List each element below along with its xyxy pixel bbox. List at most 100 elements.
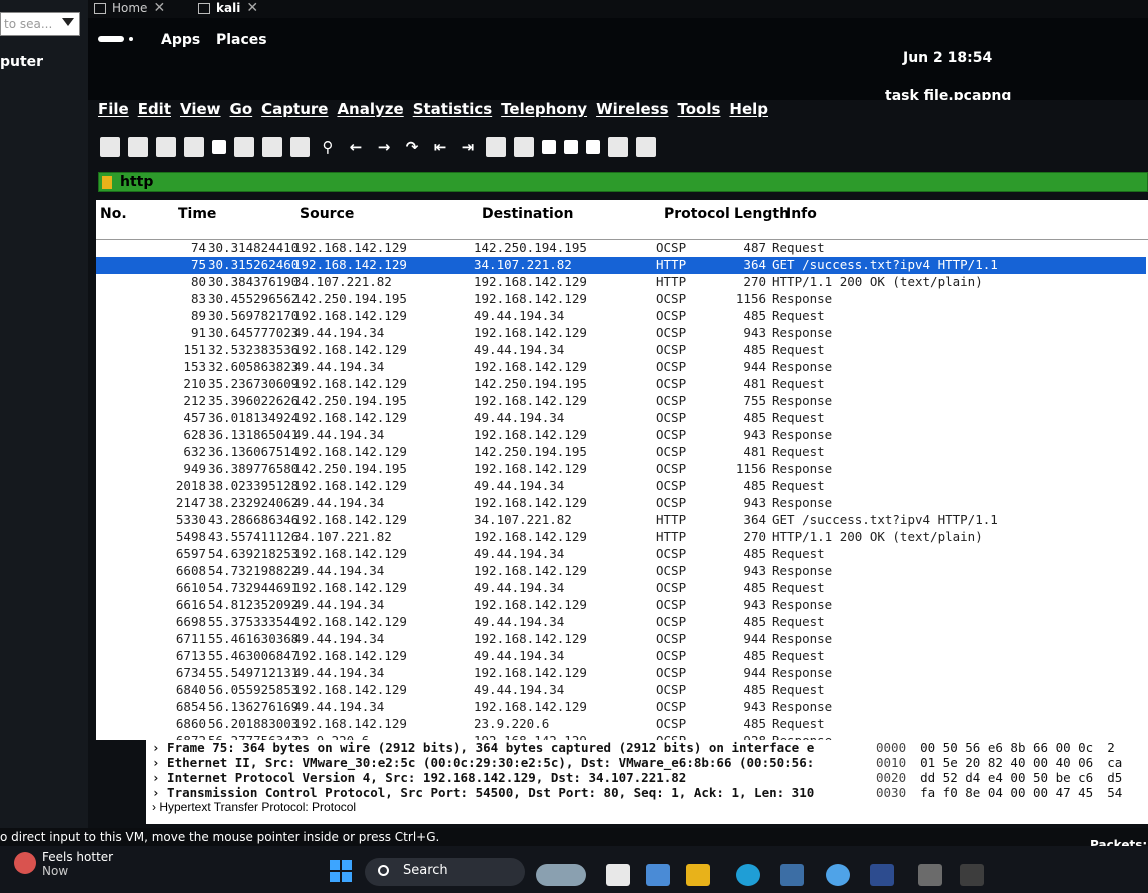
restart-capture-icon[interactable] (156, 137, 176, 157)
table-row[interactable]: 628 36.131865041 49.44.194.34 192.168.142.1… (146, 427, 1146, 444)
table-row[interactable]: 153 32.605863823 49.44.194.34 192.168.142.1… (146, 359, 1146, 376)
table-row[interactable]: 6713 55.463006847 192.168.142.129 49.44.194… (146, 648, 1146, 665)
tab-kali[interactable]: kali ✕ (198, 0, 258, 16)
tab-home[interactable]: Home ✕ (94, 0, 165, 16)
go-to-packet-icon[interactable]: ↷ (402, 137, 422, 157)
table-row[interactable]: 83 30.455296562 142.250.194.195 192.168.142… (146, 291, 1146, 308)
bytes-row[interactable]: 0000 00 50 56 e6 8b 66 00 0c 2 (866, 740, 1148, 755)
column-destination[interactable]: Destination (482, 206, 573, 222)
packet-list[interactable]: No. Time Source Destination Protocol Len… (96, 200, 1148, 740)
workspace-dot-icon[interactable] (129, 37, 133, 41)
resize-columns-2-icon[interactable] (636, 137, 656, 157)
packet-bytes[interactable]: 0000 00 50 56 e6 8b 66 00 0c 2 0010 01 5e 20… (866, 740, 1148, 824)
places-menu[interactable]: Places (216, 32, 267, 48)
go-forward-icon[interactable]: → (374, 137, 394, 157)
detail-ipv4[interactable]: › Internet Protocol Version 4, Src: 192.… (146, 770, 866, 785)
bytes-row[interactable]: 0010 01 5e 20 82 40 00 40 06 ca (866, 755, 1148, 770)
go-first-icon[interactable]: ⇤ (430, 137, 450, 157)
table-row[interactable]: 6608 54.732198822 49.44.194.34 192.168.142.… (146, 563, 1146, 580)
weather-text[interactable]: Feels hotter (42, 850, 113, 864)
column-protocol[interactable]: Protocol (664, 206, 730, 222)
detail-http[interactable]: › Hypertext Transfer Protocol: Protocol (146, 800, 866, 815)
task-view-icon[interactable] (606, 864, 630, 886)
column-source[interactable]: Source (300, 206, 354, 222)
app3-icon[interactable] (960, 864, 984, 886)
menu-analyze[interactable]: Analyze (337, 100, 403, 124)
app-icon[interactable] (646, 864, 670, 886)
table-row[interactable]: 2147 38.232924062 49.44.194.34 192.168.142.… (146, 495, 1146, 512)
packet-rows[interactable]: 74 30.314824410 192.168.142.129 142.250.194… (146, 240, 1146, 740)
table-row[interactable]: 5330 43.286686346 192.168.142.129 34.107.22… (146, 512, 1146, 529)
go-last-icon[interactable]: ⇥ (458, 137, 478, 157)
table-row[interactable]: 457 36.018134924 192.168.142.129 49.44.194.… (146, 410, 1146, 427)
menu-capture[interactable]: Capture (261, 100, 328, 124)
menu-file[interactable]: File (98, 100, 129, 124)
table-row[interactable]: 6610 54.732944691 192.168.142.129 49.44.194… (146, 580, 1146, 597)
table-row[interactable]: 75 30.315262460 192.168.142.129 34.107.221.… (146, 257, 1146, 274)
menu-wireless[interactable]: Wireless (596, 100, 668, 124)
table-row[interactable]: 151 32.532383536 192.168.142.129 49.44.194.… (146, 342, 1146, 359)
table-row[interactable]: 6860 56.201883003 192.168.142.129 23.9.220.… (146, 716, 1146, 733)
table-row[interactable]: 89 30.569782170 192.168.142.129 49.44.194.3… (146, 308, 1146, 325)
close-file-icon[interactable] (262, 137, 282, 157)
store-icon[interactable] (780, 864, 804, 886)
dropbox-icon[interactable] (870, 864, 894, 886)
host-sidebar-item[interactable]: puter (0, 54, 43, 70)
weather-icon[interactable] (14, 852, 36, 874)
menu-statistics[interactable]: Statistics (413, 100, 492, 124)
table-row[interactable]: 6711 55.461630368 49.44.194.34 192.168.142.… (146, 631, 1146, 648)
menu-tools[interactable]: Tools (678, 100, 721, 124)
widgets-icon[interactable] (536, 864, 586, 886)
table-row[interactable]: 91 30.645777023 49.44.194.34 192.168.142.12… (146, 325, 1146, 342)
workspace-indicator-icon[interactable] (98, 36, 124, 42)
menu-go[interactable]: Go (230, 100, 253, 124)
start-capture-icon[interactable] (100, 137, 120, 157)
close-icon[interactable]: ✕ (153, 0, 165, 16)
autoscroll-icon[interactable] (486, 137, 506, 157)
close-icon[interactable]: ✕ (246, 0, 258, 16)
bookmark-icon[interactable] (102, 176, 112, 189)
edge-icon[interactable] (736, 864, 760, 886)
table-row[interactable]: 80 30.384376190 34.107.221.82 192.168.142.1… (146, 274, 1146, 291)
table-row[interactable]: 2018 38.023395128 192.168.142.129 49.44.194… (146, 478, 1146, 495)
table-row[interactable]: 632 36.136067514 192.168.142.129 142.250.19… (146, 444, 1146, 461)
table-row[interactable]: 74 30.314824410 192.168.142.129 142.250.194… (146, 240, 1146, 257)
browser-icon[interactable] (826, 864, 850, 886)
table-row[interactable]: 6597 54.639218253 192.168.142.129 49.44.194… (146, 546, 1146, 563)
resize-columns-icon[interactable] (608, 137, 628, 157)
table-row[interactable]: 687256.27775634323.9.220.6 192.168.142.12… (146, 733, 1146, 740)
reload-file-icon[interactable] (290, 137, 310, 157)
app2-icon[interactable] (918, 864, 942, 886)
detail-frame[interactable]: › Frame 75: 364 bytes on wire (2912 bits… (146, 740, 866, 755)
detail-tcp[interactable]: › Transmission Control Protocol, Src Por… (146, 785, 866, 800)
colorize-icon[interactable] (514, 137, 534, 157)
table-row[interactable]: 210 35.236730609 192.168.142.129 142.250.19… (146, 376, 1146, 393)
display-filter-bar[interactable]: http (98, 172, 1148, 192)
table-row[interactable]: 6854 56.136276169 49.44.194.34 192.168.142.… (146, 699, 1146, 716)
column-no[interactable]: No. (100, 206, 127, 222)
file-explorer-icon[interactable] (686, 864, 710, 886)
display-filter-input[interactable]: http (120, 174, 153, 190)
apps-menu[interactable]: Apps (161, 32, 200, 48)
zoom-in-icon[interactable] (542, 140, 556, 154)
table-row[interactable]: 6734 55.549712131 49.44.194.34 192.168.142.… (146, 665, 1146, 682)
bytes-row[interactable]: 0030 fa f0 8e 04 00 00 47 45 54 (866, 785, 1148, 800)
taskbar-search[interactable]: Search (365, 858, 525, 886)
clock[interactable]: Jun 2 18:54 (903, 50, 992, 66)
menu-telephony[interactable]: Telephony (501, 100, 587, 124)
start-button[interactable] (330, 860, 352, 882)
table-row[interactable]: 5498 43.557411126 34.107.221.82 192.168.142… (146, 529, 1146, 546)
table-row[interactable]: 6840 56.055925853 192.168.142.129 49.44.194… (146, 682, 1146, 699)
packet-details[interactable]: › Frame 75: 364 bytes on wire (2912 bits… (146, 740, 866, 824)
save-file-icon[interactable] (234, 137, 254, 157)
stop-capture-icon[interactable] (128, 137, 148, 157)
menu-help[interactable]: Help (729, 100, 768, 124)
table-row[interactable]: 6616 54.812352092 49.44.194.34 192.168.142.… (146, 597, 1146, 614)
open-file-icon[interactable] (212, 140, 226, 154)
normal-size-icon[interactable] (586, 140, 600, 154)
bytes-row[interactable]: 0020 dd 52 d4 e4 00 50 be c6 d5 (866, 770, 1148, 785)
dropdown-arrow-icon[interactable] (62, 18, 74, 26)
detail-ethernet[interactable]: › Ethernet II, Src: VMware_30:e2:5c (00:… (146, 755, 866, 770)
table-row[interactable]: 949 36.389776580 142.250.194.195 192.168.14… (146, 461, 1146, 478)
zoom-out-icon[interactable] (564, 140, 578, 154)
